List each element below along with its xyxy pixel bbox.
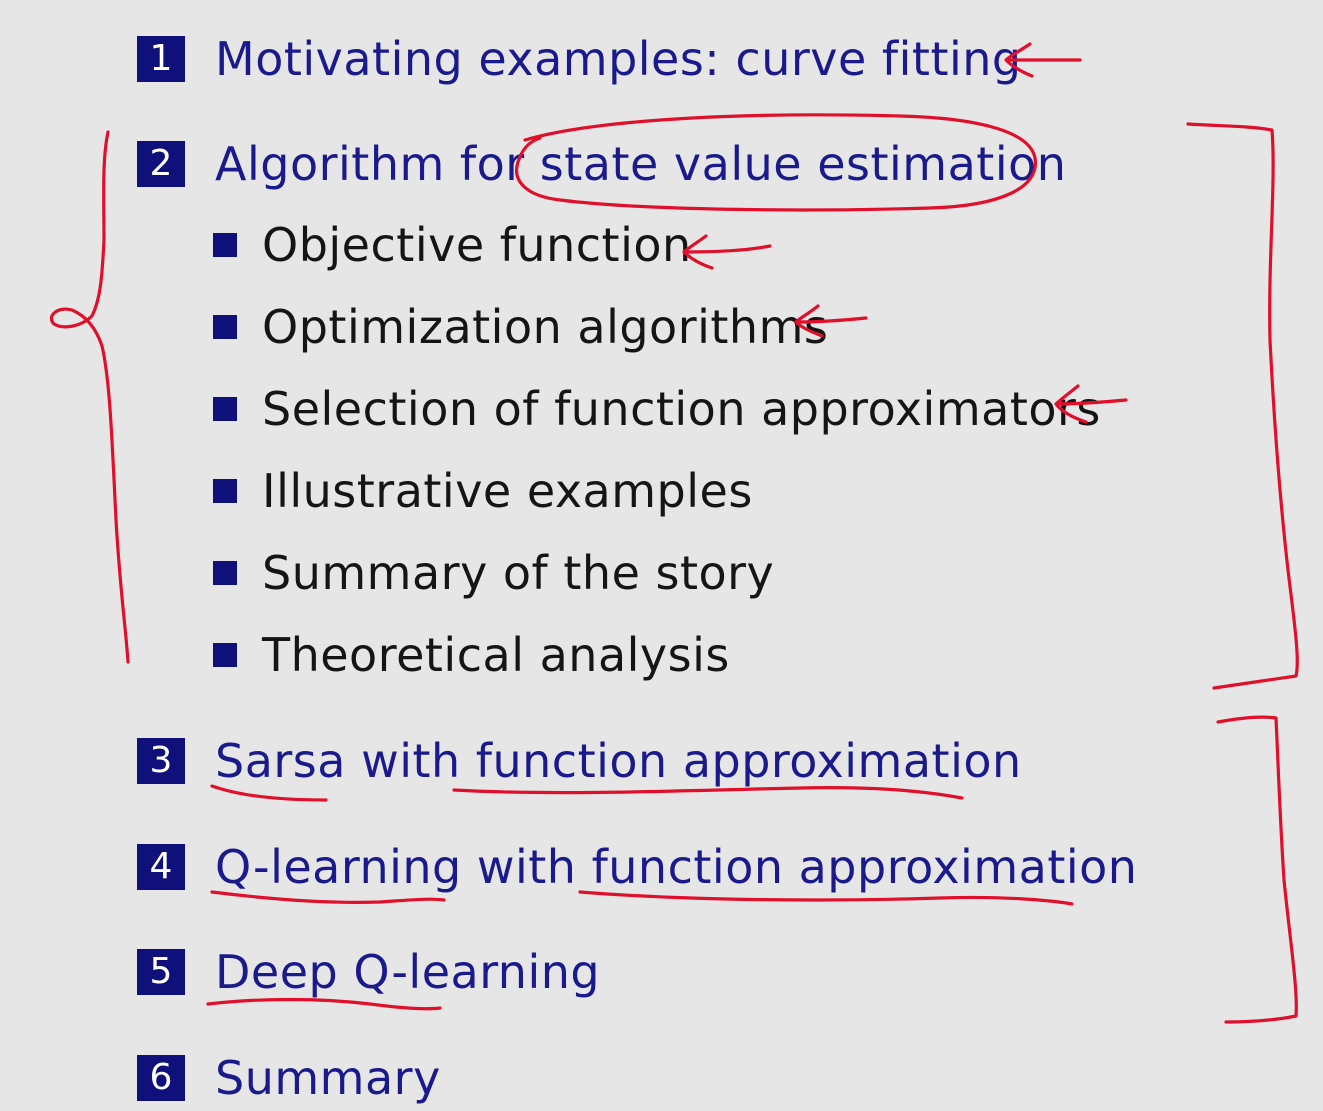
underline-icon xyxy=(210,784,328,802)
square-bullet-icon xyxy=(213,397,237,421)
section-number-box: 2 xyxy=(137,141,185,187)
section-title: Algorithm for state value estimation xyxy=(215,137,1067,191)
section-number-box: 4 xyxy=(137,844,185,890)
square-bullet-icon xyxy=(213,315,237,339)
right-bracket-icon xyxy=(1186,122,1299,690)
section-6: 6 Summary xyxy=(137,1051,441,1105)
subsection-item: Theoretical analysis xyxy=(213,628,730,682)
underline-icon xyxy=(206,997,442,1011)
subsection-label: Objective function xyxy=(262,218,692,272)
section-number-box: 5 xyxy=(137,949,185,995)
square-bullet-icon xyxy=(213,561,237,585)
section-number-box: 1 xyxy=(137,36,185,82)
subsection-item: Summary of the story xyxy=(213,546,775,600)
arrow-left-icon xyxy=(682,234,772,270)
section-3: 3 Sarsa with function approximation xyxy=(137,734,1022,788)
subsection-label: Optimization algorithms xyxy=(262,300,829,354)
square-bullet-icon xyxy=(213,643,237,667)
section-title: Q-learning with function approximation xyxy=(215,840,1138,894)
section-title: Sarsa with function approximation xyxy=(215,734,1022,788)
underline-icon xyxy=(452,786,964,800)
section-title: Summary xyxy=(215,1051,441,1105)
subsection-label: Theoretical analysis xyxy=(262,628,730,682)
subsection-label: Illustrative examples xyxy=(262,464,753,518)
square-bullet-icon xyxy=(213,479,237,503)
subsection-label: Selection of function approximators xyxy=(262,382,1101,436)
section-number-box: 3 xyxy=(137,738,185,784)
subsection-item: Objective function xyxy=(213,218,692,272)
left-brace-icon xyxy=(49,130,130,664)
subsection-label: Summary of the story xyxy=(262,546,775,600)
square-bullet-icon xyxy=(213,233,237,257)
section-title: Motivating examples: curve fitting xyxy=(215,32,1022,86)
section-4: 4 Q-learning with function approximation xyxy=(137,840,1137,894)
subsection-item: Optimization algorithms xyxy=(213,300,829,354)
subsection-item: Selection of function approximators xyxy=(213,382,1101,436)
outline-slide: 1 Motivating examples: curve fitting 2 A… xyxy=(0,0,1323,1111)
section-number-box: 6 xyxy=(137,1055,185,1101)
section-1: 1 Motivating examples: curve fitting xyxy=(137,32,1022,86)
section-title: Deep Q-learning xyxy=(215,945,601,999)
right-bracket-icon xyxy=(1216,715,1298,1024)
subsection-item: Illustrative examples xyxy=(213,464,753,518)
section-2: 2 Algorithm for state value estimation xyxy=(137,137,1066,191)
section-5: 5 Deep Q-learning xyxy=(137,945,600,999)
